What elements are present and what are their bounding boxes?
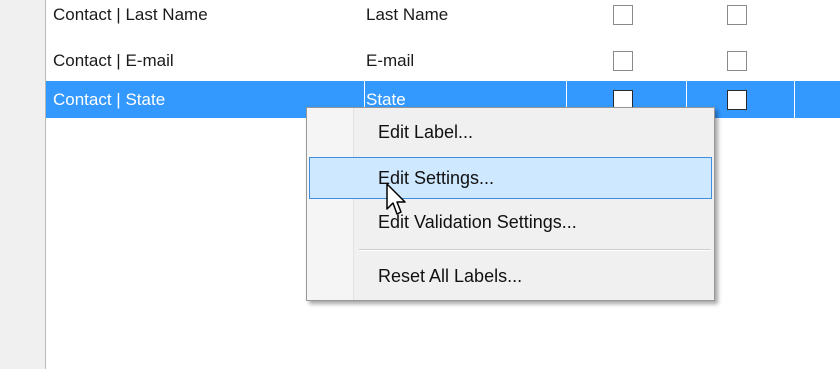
menu-item-edit-label[interactable]: Edit Label...	[309, 111, 712, 153]
menu-item-label: Reset All Labels...	[378, 266, 523, 286]
checkbox-col-2[interactable]	[727, 5, 747, 25]
checkbox-col-2[interactable]	[727, 51, 747, 71]
column-separator	[794, 81, 795, 118]
table-row[interactable]: Contact | Last Name Last Name	[46, 0, 840, 33]
app-window: Contact | Last Name Last Name Contact | …	[0, 0, 840, 369]
field-name-cell: Contact | E-mail	[53, 51, 174, 70]
checkbox-col-2[interactable]	[727, 90, 747, 110]
checkbox-col-1[interactable]	[613, 5, 633, 25]
row-header-gutter	[0, 0, 46, 369]
label-cell[interactable]: Last Name	[366, 0, 546, 33]
table-row[interactable]: Contact | E-mail E-mail	[46, 42, 840, 79]
arrow-cursor-icon	[386, 183, 406, 215]
field-name-cell: Contact | Last Name	[53, 5, 208, 24]
menu-item-label: Edit Label...	[378, 122, 474, 142]
checkbox-col-1[interactable]	[613, 51, 633, 71]
menu-separator	[359, 249, 711, 251]
menu-item-reset-all-labels[interactable]: Reset All Labels...	[309, 255, 712, 297]
menu-item-edit-settings[interactable]: Edit Settings...	[309, 157, 712, 199]
label-cell[interactable]: E-mail	[366, 42, 546, 79]
menu-item-edit-validation-settings[interactable]: Edit Validation Settings...	[309, 201, 712, 243]
context-menu: Edit Label... Edit Settings... Edit Vali…	[306, 107, 715, 301]
